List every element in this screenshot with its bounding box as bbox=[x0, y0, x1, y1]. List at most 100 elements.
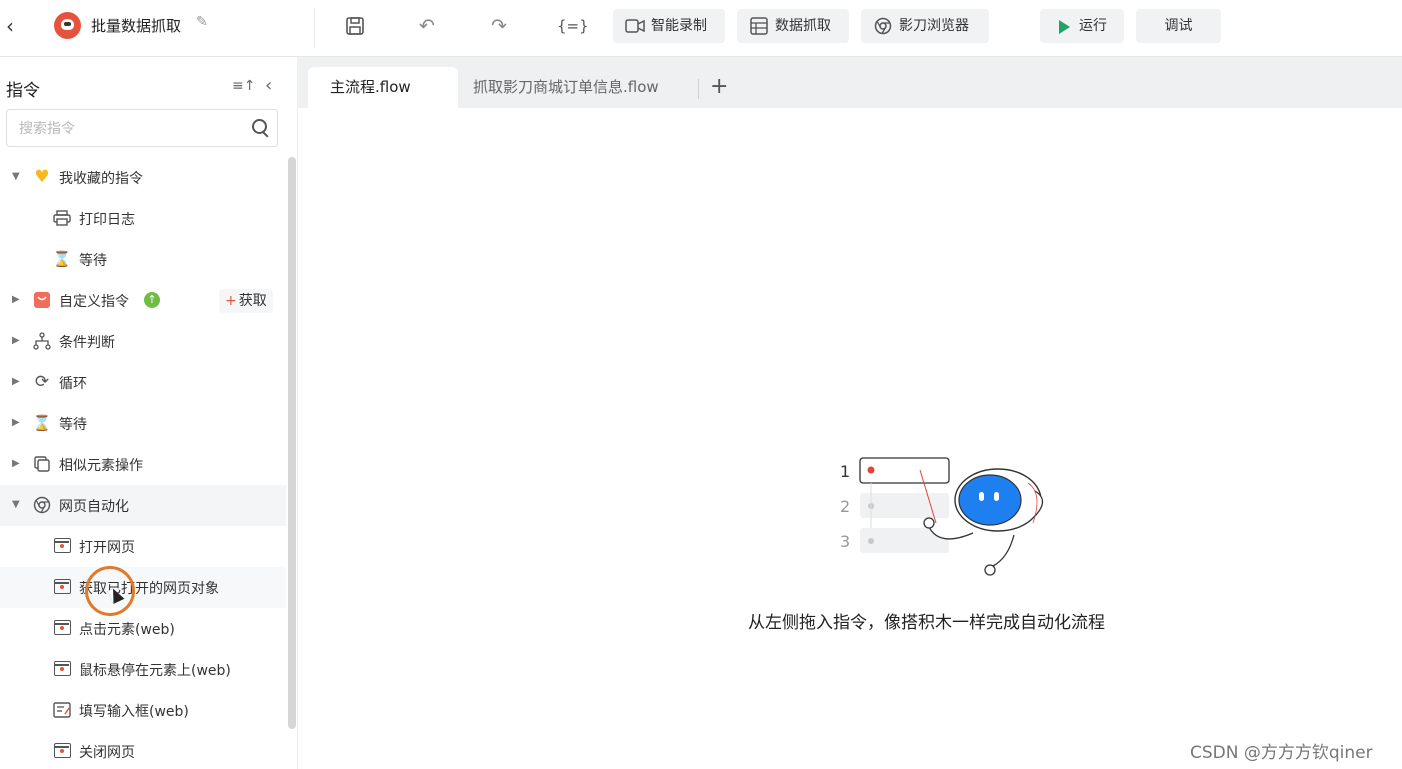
toolbar-divider bbox=[314, 8, 315, 48]
tree-item-wait[interactable]: ▶ ⌛ 等待 bbox=[0, 403, 286, 444]
bag-icon bbox=[32, 290, 52, 310]
tree-item-label: 关闭网页 bbox=[79, 745, 135, 761]
webpage-icon bbox=[52, 577, 72, 597]
tree-item-label: 循环 bbox=[59, 376, 87, 392]
run-label: 运行 bbox=[1079, 18, 1107, 34]
redo-icon[interactable]: ↷ bbox=[487, 12, 511, 40]
caret-down-icon[interactable]: ▼ bbox=[12, 499, 20, 510]
hourglass-icon: ⌛ bbox=[32, 414, 52, 432]
table-icon bbox=[749, 9, 769, 47]
caret-right-icon[interactable]: ▶ bbox=[12, 335, 20, 346]
tree-item-label: 打印日志 bbox=[79, 212, 135, 228]
tree-item-print-log[interactable]: 打印日志 bbox=[0, 198, 286, 239]
tree-item-favorites[interactable]: ▼ ♥ 我收藏的指令 bbox=[0, 157, 286, 198]
tree-item-hover-element[interactable]: 鼠标悬停在元素上(web) bbox=[0, 649, 286, 690]
tree-item-label: 条件判断 bbox=[59, 335, 115, 351]
webpage-icon bbox=[52, 659, 72, 679]
acquire-label: 获取 bbox=[238, 293, 267, 309]
add-tab-icon[interactable]: + bbox=[710, 73, 728, 101]
tab-main-flow[interactable]: 主流程.flow bbox=[308, 67, 458, 108]
tree-item-label: 点击元素(web) bbox=[79, 622, 175, 638]
browser-label: 影刀浏览器 bbox=[899, 18, 969, 34]
variables-icon[interactable]: {=} bbox=[557, 12, 589, 40]
caret-right-icon[interactable]: ▶ bbox=[12, 294, 20, 305]
tree-item-custom[interactable]: ▶ 自定义指令 ↑ + 获取 bbox=[0, 280, 286, 321]
search-icon[interactable] bbox=[251, 118, 271, 138]
edit-icon[interactable]: ✎ bbox=[196, 14, 208, 30]
webpage-icon bbox=[52, 536, 72, 556]
tree-item-loop[interactable]: ▶ ⟳ 循环 bbox=[0, 362, 286, 403]
top-toolbar: ‹ 批量数据抓取 ✎ ↶ ↷ {=} 智能录制 数据抓取 影刀浏览器 运行 调试 bbox=[0, 0, 1402, 57]
tree-item-label: 填写输入框(web) bbox=[79, 704, 189, 720]
tree-item-fill-input[interactable]: 填写输入框(web) bbox=[0, 690, 286, 731]
branch-icon bbox=[32, 331, 52, 351]
search-box bbox=[6, 109, 278, 147]
form-icon bbox=[52, 700, 72, 720]
flow-tabbar: 主流程.flow 抓取影刀商城订单信息.flow + bbox=[298, 57, 1402, 108]
plus-icon: + bbox=[225, 293, 237, 309]
browser-icon bbox=[32, 495, 52, 515]
webpage-icon bbox=[52, 618, 72, 638]
search-input[interactable] bbox=[19, 118, 239, 140]
undo-icon[interactable]: ↶ bbox=[415, 12, 439, 40]
caret-right-icon[interactable]: ▶ bbox=[12, 458, 20, 469]
heart-icon: ♥ bbox=[34, 167, 50, 187]
video-icon bbox=[625, 9, 645, 46]
tree-item-similar[interactable]: ▶ 相似元素操作 bbox=[0, 444, 286, 485]
tab-divider bbox=[698, 79, 699, 99]
tree-item-wait-fav[interactable]: ⌛ 等待 bbox=[0, 239, 286, 280]
save-icon[interactable] bbox=[343, 12, 367, 40]
tree-item-open-webpage[interactable]: 打开网页 bbox=[0, 526, 286, 567]
data-scrape-button[interactable]: 数据抓取 bbox=[737, 9, 849, 43]
caret-down-icon[interactable]: ▼ bbox=[12, 171, 20, 182]
project-logo bbox=[54, 12, 81, 39]
project-title: 批量数据抓取 bbox=[91, 17, 182, 35]
sidebar-scrollbar[interactable] bbox=[288, 157, 296, 729]
tree-item-label: 等待 bbox=[79, 253, 107, 269]
instruction-tree: ▼ ♥ 我收藏的指令 打印日志 ⌛ 等待 ▶ 自定义指令 ↑ + 获取 ▶ 条件判… bbox=[0, 157, 286, 769]
webpage-icon bbox=[52, 741, 72, 761]
collapse-panel-icon[interactable]: ‹ bbox=[265, 75, 272, 96]
tree-item-close-webpage[interactable]: 关闭网页 bbox=[0, 731, 286, 769]
tree-item-web-automation[interactable]: ▼ 网页自动化 bbox=[0, 485, 286, 526]
printer-icon bbox=[52, 208, 72, 228]
tab-label: 主流程.flow bbox=[330, 78, 411, 96]
tree-item-label: 等待 bbox=[59, 417, 87, 433]
tab-scrape-orders-flow[interactable]: 抓取影刀商城订单信息.flow bbox=[473, 67, 659, 108]
tree-item-label: 自定义指令 bbox=[59, 294, 129, 310]
flow-canvas[interactable]: 1 2 3 从左侧拖入指令，像搭积木一样完成自动化流程 bbox=[308, 108, 1402, 769]
debug-button[interactable]: 调试 bbox=[1136, 9, 1221, 43]
smart-record-label: 智能录制 bbox=[651, 18, 707, 34]
browser-button[interactable]: 影刀浏览器 bbox=[861, 9, 989, 43]
smart-record-button[interactable]: 智能录制 bbox=[613, 9, 725, 43]
run-button[interactable]: 运行 bbox=[1040, 9, 1124, 43]
collapse-all-icon[interactable]: ≡↑ bbox=[232, 78, 255, 94]
acquire-button[interactable]: + 获取 bbox=[219, 289, 273, 313]
tree-item-condition[interactable]: ▶ 条件判断 bbox=[0, 321, 286, 362]
step-number: 1 bbox=[840, 462, 850, 481]
tree-item-label: 打开网页 bbox=[79, 540, 135, 556]
debug-label: 调试 bbox=[1164, 18, 1193, 34]
copy-icon bbox=[32, 454, 52, 474]
step-number: 3 bbox=[840, 532, 850, 551]
data-scrape-label: 数据抓取 bbox=[775, 18, 831, 34]
watermark: CSDN @方方方钦qiner bbox=[1190, 743, 1373, 763]
caret-right-icon[interactable]: ▶ bbox=[12, 376, 20, 387]
tree-item-get-opened-webpage[interactable]: 获取已打开的网页对象 bbox=[0, 567, 286, 608]
step-number: 2 bbox=[840, 497, 850, 516]
tab-label: 抓取影刀商城订单信息.flow bbox=[473, 78, 659, 96]
loop-icon: ⟳ bbox=[34, 372, 50, 392]
empty-canvas-hint: 从左侧拖入指令，像搭积木一样完成自动化流程 bbox=[748, 613, 1105, 633]
tree-item-label: 相似元素操作 bbox=[59, 458, 143, 474]
empty-illustration: 1 2 3 bbox=[840, 457, 1044, 576]
panel-title: 指令 bbox=[6, 81, 40, 101]
browser-icon bbox=[873, 9, 893, 47]
hourglass-icon: ⌛ bbox=[52, 250, 72, 268]
upgrade-icon: ↑ bbox=[144, 292, 160, 308]
back-icon[interactable]: ‹ bbox=[6, 14, 22, 38]
tree-item-click-element[interactable]: 点击元素(web) bbox=[0, 608, 286, 649]
tree-item-label: 我收藏的指令 bbox=[59, 171, 143, 187]
play-icon bbox=[1054, 9, 1074, 43]
tree-item-label: 网页自动化 bbox=[59, 499, 129, 515]
caret-right-icon[interactable]: ▶ bbox=[12, 417, 20, 428]
